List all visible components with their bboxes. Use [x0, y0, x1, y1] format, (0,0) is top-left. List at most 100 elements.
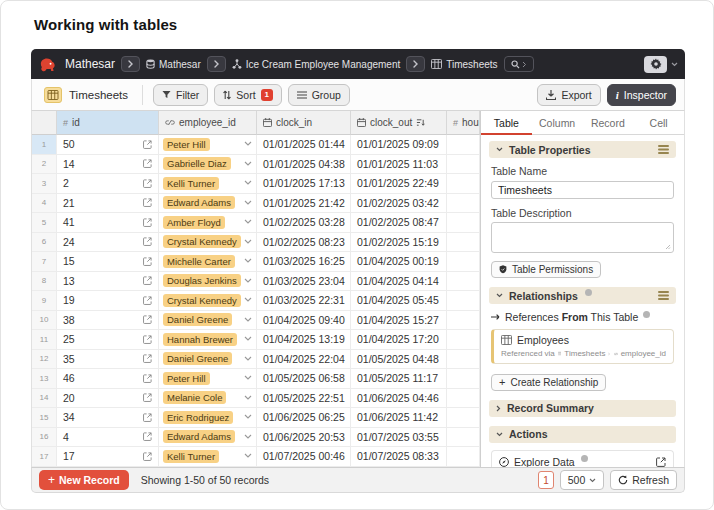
employee-cell[interactable]: Edward Adams	[159, 194, 257, 214]
clock-in-cell[interactable]: 01/01/2025 21:42	[257, 194, 351, 214]
id-cell[interactable]: 15	[57, 252, 159, 272]
clock-in-cell[interactable]: 01/06/2025 06:25	[257, 408, 351, 428]
chevron-down-icon[interactable]	[244, 219, 252, 225]
export-button[interactable]: Export	[537, 84, 600, 106]
hours-cell[interactable]	[447, 311, 480, 331]
clock-in-cell[interactable]: 01/03/2025 23:04	[257, 272, 351, 292]
hours-cell[interactable]	[447, 350, 480, 370]
external-link-icon[interactable]	[143, 413, 152, 422]
clock-in-cell[interactable]: 01/04/2025 13:19	[257, 330, 351, 350]
table-row[interactable]: 2 14 Gabrielle Diaz 01/01/2025 04:38 01/…	[32, 155, 480, 175]
id-cell[interactable]: 50	[57, 135, 159, 155]
row-number-cell[interactable]: 11	[32, 330, 57, 350]
clock-out-cell[interactable]: 01/04/2025 15:27	[351, 311, 447, 331]
external-link-icon[interactable]	[143, 159, 152, 168]
clock-in-cell[interactable]: 01/04/2025 09:40	[257, 311, 351, 331]
row-number-cell[interactable]: 5	[32, 213, 57, 233]
table-row[interactable]: 15 34 Eric Rodriguez 01/06/2025 06:25 01…	[32, 408, 480, 428]
external-link-icon[interactable]	[143, 237, 152, 246]
chevron-down-icon[interactable]	[244, 395, 252, 401]
employee-cell[interactable]: Crystal Kennedy	[159, 291, 257, 311]
clock-out-cell[interactable]: 01/02/2025 15:19	[351, 233, 447, 253]
external-link-icon[interactable]	[143, 179, 152, 188]
breadcrumb-chevron-button[interactable]	[207, 56, 226, 72]
table-name-input[interactable]	[491, 181, 674, 199]
chevron-down-icon[interactable]	[244, 200, 252, 206]
column-header-employee-id[interactable]: employee_id	[159, 111, 257, 135]
chevron-down-icon[interactable]	[671, 62, 678, 67]
external-link-icon[interactable]	[143, 296, 152, 305]
external-link-icon[interactable]	[143, 452, 152, 461]
hours-cell[interactable]	[447, 135, 480, 155]
chevron-down-icon[interactable]	[244, 161, 252, 167]
hours-cell[interactable]	[447, 272, 480, 292]
chevron-down-icon[interactable]	[244, 453, 252, 459]
external-link-icon[interactable]	[143, 432, 152, 441]
table-row[interactable]: 3 2 Kelli Turner 01/01/2025 17:13 01/01/…	[32, 174, 480, 194]
clock-out-cell[interactable]: 01/06/2025 04:46	[351, 389, 447, 409]
hours-cell[interactable]	[447, 389, 480, 409]
hours-cell[interactable]	[447, 155, 480, 175]
table-row[interactable]: 12 35 Daniel Greene 01/04/2025 22:04 01/…	[32, 350, 480, 370]
hours-cell[interactable]	[447, 213, 480, 233]
id-cell[interactable]: 25	[57, 330, 159, 350]
sort-button[interactable]: Sort 1	[214, 84, 281, 106]
chevron-down-icon[interactable]	[244, 356, 252, 362]
employee-cell[interactable]: Melanie Cole	[159, 389, 257, 409]
hours-cell[interactable]	[447, 291, 480, 311]
clock-out-cell[interactable]: 01/06/2025 11:42	[351, 408, 447, 428]
id-cell[interactable]: 19	[57, 291, 159, 311]
row-number-cell[interactable]: 1	[32, 135, 57, 155]
row-number-cell[interactable]: 14	[32, 389, 57, 409]
clock-out-cell[interactable]: 01/02/2025 03:42	[351, 194, 447, 214]
clock-out-cell[interactable]: 01/04/2025 17:20	[351, 330, 447, 350]
tab-column[interactable]: Column	[532, 111, 583, 134]
table-row[interactable]: 9 19 Crystal Kennedy 01/03/2025 22:31 01…	[32, 291, 480, 311]
relationships-section-header[interactable]: Relationships	[489, 287, 676, 304]
clock-in-cell[interactable]: 01/07/2025 00:46	[257, 447, 351, 467]
clock-out-cell[interactable]: 01/04/2025 00:19	[351, 252, 447, 272]
table-row[interactable]: 5 41 Amber Floyd 01/02/2025 03:28 01/02/…	[32, 213, 480, 233]
employee-cell[interactable]: Kelli Turner	[159, 447, 257, 467]
clock-out-cell[interactable]: 01/07/2025 03:55	[351, 428, 447, 448]
row-number-cell[interactable]: 9	[32, 291, 57, 311]
tab-cell[interactable]: Cell	[633, 111, 684, 134]
clock-out-cell[interactable]: 01/04/2025 04:14	[351, 272, 447, 292]
table-row[interactable]: 6 24 Crystal Kennedy 01/02/2025 08:23 01…	[32, 233, 480, 253]
breadcrumb-chevron-button[interactable]	[121, 56, 140, 72]
relationship-card-employees[interactable]: Employees Referenced via Timesheets empl…	[491, 329, 674, 364]
record-summary-section-header[interactable]: Record Summary	[489, 400, 676, 417]
clock-in-cell[interactable]: 01/01/2025 04:38	[257, 155, 351, 175]
clock-in-cell[interactable]: 01/01/2025 01:44	[257, 135, 351, 155]
external-link-icon[interactable]	[143, 374, 152, 383]
external-link-icon[interactable]	[143, 315, 152, 324]
employee-cell[interactable]: Gabrielle Diaz	[159, 155, 257, 175]
clock-out-cell[interactable]: 01/07/2025 08:33	[351, 447, 447, 467]
id-cell[interactable]: 14	[57, 155, 159, 175]
chevron-down-icon[interactable]	[244, 317, 252, 323]
chevron-down-icon[interactable]	[244, 434, 252, 440]
group-button[interactable]: Group	[288, 84, 350, 106]
clock-out-cell[interactable]: 01/04/2025 05:45	[351, 291, 447, 311]
chevron-down-icon[interactable]	[244, 336, 252, 342]
clock-out-cell[interactable]: 01/01/2025 11:03	[351, 155, 447, 175]
id-cell[interactable]: 20	[57, 389, 159, 409]
employee-cell[interactable]: Edward Adams	[159, 428, 257, 448]
id-cell[interactable]: 17	[57, 447, 159, 467]
new-record-button[interactable]: + New Record	[39, 470, 129, 490]
employee-cell[interactable]: Peter Hill	[159, 135, 257, 155]
id-cell[interactable]: 46	[57, 369, 159, 389]
chevron-down-icon[interactable]	[244, 258, 252, 264]
table-description-input[interactable]	[491, 222, 674, 253]
clock-in-cell[interactable]: 01/06/2025 20:53	[257, 428, 351, 448]
external-link-icon[interactable]	[143, 354, 152, 363]
employee-cell[interactable]: Michelle Carter	[159, 252, 257, 272]
explore-data-action[interactable]: Explore Data	[491, 450, 674, 468]
id-cell[interactable]: 38	[57, 311, 159, 331]
actions-section-header[interactable]: Actions	[489, 426, 676, 443]
hours-cell[interactable]	[447, 233, 480, 253]
table-row[interactable]: 17 17 Kelli Turner 01/07/2025 00:46 01/0…	[32, 447, 480, 467]
resize-grip-icon[interactable]	[665, 244, 671, 250]
column-header-id[interactable]: # id	[57, 111, 159, 135]
id-cell[interactable]: 4	[57, 428, 159, 448]
